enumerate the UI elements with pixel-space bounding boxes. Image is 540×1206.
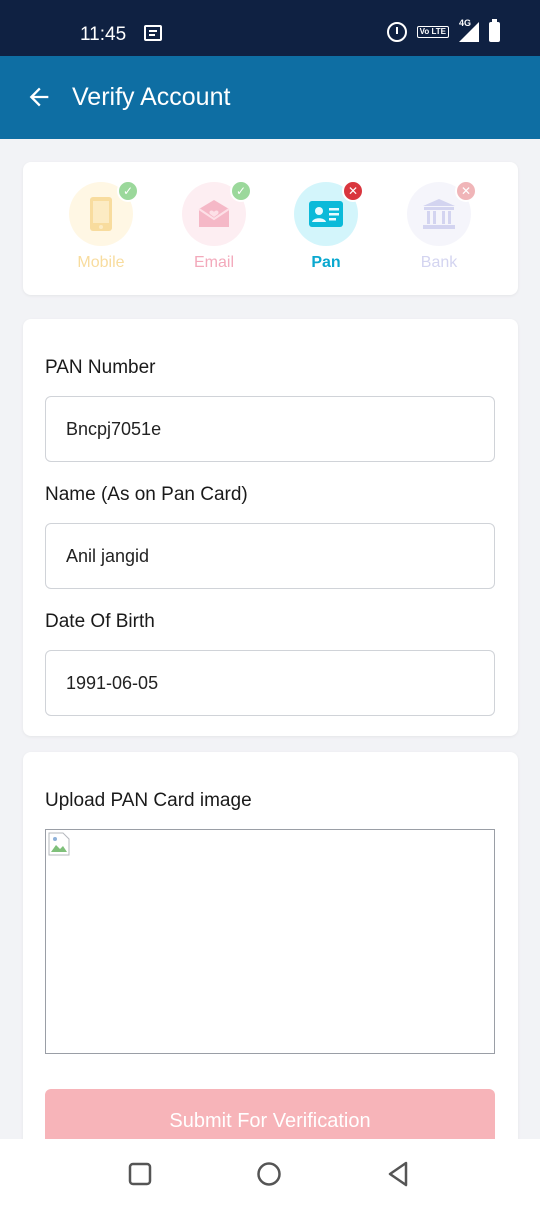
home-button[interactable] (254, 1159, 284, 1189)
system-nav-bar (0, 1139, 540, 1206)
home-circle-icon (257, 1162, 281, 1186)
check-badge-icon: ✓ (230, 180, 252, 202)
step-email[interactable]: ✓ Email (174, 180, 254, 272)
check-badge-icon: ✓ (117, 180, 139, 202)
message-icon (144, 25, 162, 41)
broken-image-icon (48, 832, 70, 856)
step-pan-circle: ✕ (294, 180, 364, 246)
bank-icon (423, 199, 455, 229)
envelope-icon (198, 200, 230, 227)
network-label: 4G (459, 18, 472, 28)
step-bank[interactable]: ✕ Bank (399, 180, 479, 272)
step-mobile-circle: ✓ (69, 180, 139, 246)
pan-number-input[interactable]: Bncpj7051e (45, 396, 495, 462)
dob-label: Date Of Birth (45, 611, 155, 632)
pan-image-upload[interactable] (45, 829, 495, 1054)
pan-details-form: PAN Number Bncpj7051e Name (As on Pan Ca… (23, 319, 518, 736)
recents-button[interactable] (125, 1159, 155, 1189)
error-badge-icon: ✕ (342, 180, 364, 202)
verification-steps: ✓ Mobile ✓ Email ✕ Pan ✕ Bank (23, 162, 518, 295)
step-label: Bank (420, 254, 458, 271)
status-time: 11:45 (80, 24, 127, 45)
phone-icon (90, 197, 112, 231)
step-label: Email (193, 254, 234, 271)
step-pan[interactable]: ✕ Pan (286, 180, 366, 272)
step-email-circle: ✓ (182, 180, 252, 246)
error-badge-icon: ✕ (455, 180, 477, 202)
step-mobile[interactable]: ✓ Mobile (61, 180, 141, 272)
page-title: Verify Account (72, 83, 231, 111)
back-button[interactable] (22, 80, 56, 114)
id-card-icon (309, 201, 343, 227)
name-label: Name (As on Pan Card) (45, 484, 248, 505)
status-icons: Vo LTE 4G (386, 18, 500, 42)
recents-square-icon (128, 1162, 152, 1186)
alarm-icon (386, 22, 407, 42)
arrow-left-icon (29, 87, 49, 107)
upload-label: Upload PAN Card image (45, 790, 252, 811)
status-bar: 11:45 Vo LTE 4G (0, 0, 540, 56)
upload-section: Upload PAN Card image Submit For Verific… (23, 752, 518, 1153)
nav-back-button[interactable] (383, 1159, 413, 1189)
app-bar: Verify Account (0, 56, 540, 139)
dob-input[interactable]: 1991-06-05 (45, 650, 495, 716)
battery-icon (489, 19, 500, 42)
back-triangle-icon (388, 1161, 408, 1187)
volte-icon: Vo LTE (416, 26, 449, 38)
step-bank-circle: ✕ (407, 180, 477, 246)
step-label: Mobile (77, 254, 125, 271)
step-label: Pan (311, 254, 341, 271)
signal-4g-icon: 4G (459, 18, 479, 42)
name-input[interactable]: Anil jangid (45, 523, 495, 589)
pan-number-label: PAN Number (45, 357, 156, 378)
